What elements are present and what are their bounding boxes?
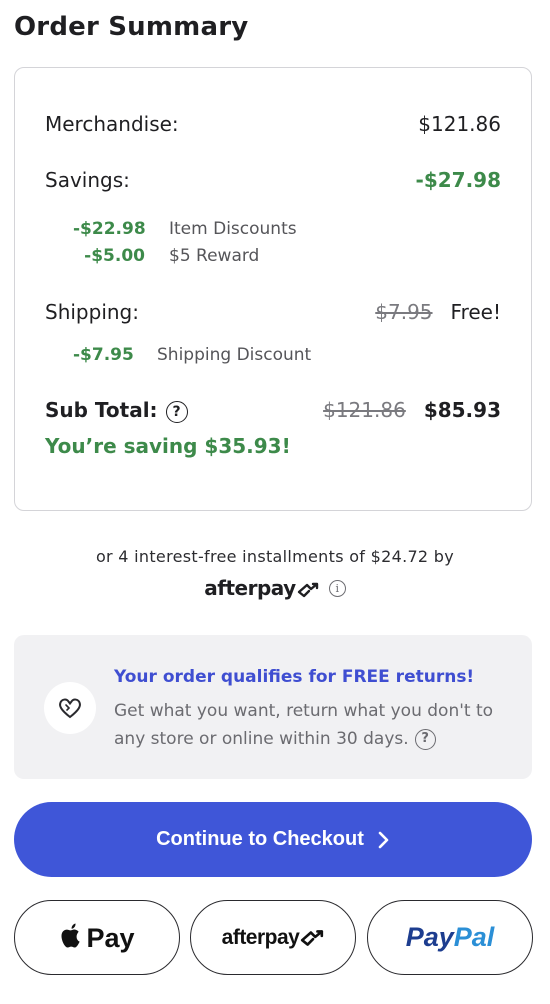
shipping-original-price: $7.95 bbox=[375, 300, 433, 324]
chevron-right-icon bbox=[378, 831, 389, 848]
afterpay-button[interactable]: afterpay bbox=[190, 900, 356, 975]
afterpay-line: afterpay i bbox=[0, 576, 550, 600]
afterpay-button-icon bbox=[301, 930, 324, 946]
checkout-label: Continue to Checkout bbox=[156, 828, 364, 850]
subtotal-original-price: $121.86 bbox=[323, 398, 406, 423]
paypal-pal-text: Pal bbox=[453, 922, 495, 952]
item-discount-amount: -$22.98 bbox=[73, 219, 146, 239]
heart-icon bbox=[59, 698, 81, 719]
order-summary-card: Merchandise: $121.86 Savings: -$27.98 -$… bbox=[14, 67, 532, 511]
savings-label: Savings: bbox=[45, 168, 130, 192]
installments-text: or 4 interest-free installments of $24.7… bbox=[95, 547, 455, 566]
merchandise-row: Merchandise: $121.86 bbox=[45, 112, 501, 136]
afterpay-logo-icon bbox=[297, 582, 318, 597]
savings-row: Savings: -$27.98 bbox=[45, 168, 501, 192]
shipping-discount-row: -$7.95 Shipping Discount bbox=[73, 345, 311, 365]
reward-amount: -$5.00 bbox=[84, 246, 145, 266]
saving-message: You’re saving $35.93! bbox=[45, 434, 291, 458]
apple-icon bbox=[61, 923, 81, 947]
heart-icon-circle bbox=[44, 682, 96, 734]
item-discount-label: Item Discounts bbox=[169, 219, 297, 239]
subtotal-value: $85.93 bbox=[423, 398, 501, 423]
paypal-button[interactable]: PayPal bbox=[367, 900, 533, 975]
returns-body: Get what you want, return what you don't… bbox=[114, 701, 494, 749]
shipping-discount-label: Shipping Discount bbox=[157, 345, 312, 365]
subtotal-row: Sub Total:? $121.86 $85.93 bbox=[45, 398, 501, 423]
savings-value: -$27.98 bbox=[415, 168, 501, 192]
free-returns-card: Your order qualifies for FREE returns! G… bbox=[14, 635, 532, 779]
shipping-row: Shipping: $7.95 Free! bbox=[45, 300, 501, 324]
returns-help-icon[interactable]: ? bbox=[414, 728, 436, 750]
shipping-label: Shipping: bbox=[45, 300, 139, 324]
reward-label: $5 Reward bbox=[169, 246, 260, 266]
shipping-discount-amount: -$7.95 bbox=[73, 345, 134, 365]
reward-row: -$5.00 $5 Reward bbox=[73, 246, 259, 266]
afterpay-logo: afterpay bbox=[204, 576, 318, 600]
page-title: Order Summary bbox=[14, 12, 249, 42]
subtotal-label: Sub Total: bbox=[45, 398, 158, 422]
returns-title: Your order qualifies for FREE returns! bbox=[114, 667, 475, 687]
help-icon[interactable]: ? bbox=[165, 400, 188, 423]
afterpay-button-label: afterpay bbox=[221, 925, 300, 949]
paypal-pay-text: Pay bbox=[405, 922, 454, 952]
merchandise-label: Merchandise: bbox=[45, 112, 179, 136]
continue-to-checkout-button[interactable]: Continue to Checkout bbox=[14, 802, 532, 877]
apple-pay-label: Pay bbox=[86, 922, 135, 953]
shipping-value: Free! bbox=[450, 300, 501, 324]
info-icon[interactable]: i bbox=[328, 579, 346, 597]
item-discount-row: -$22.98 Item Discounts bbox=[73, 219, 297, 239]
merchandise-value: $121.86 bbox=[418, 112, 501, 136]
apple-pay-button[interactable]: Pay bbox=[14, 900, 180, 975]
